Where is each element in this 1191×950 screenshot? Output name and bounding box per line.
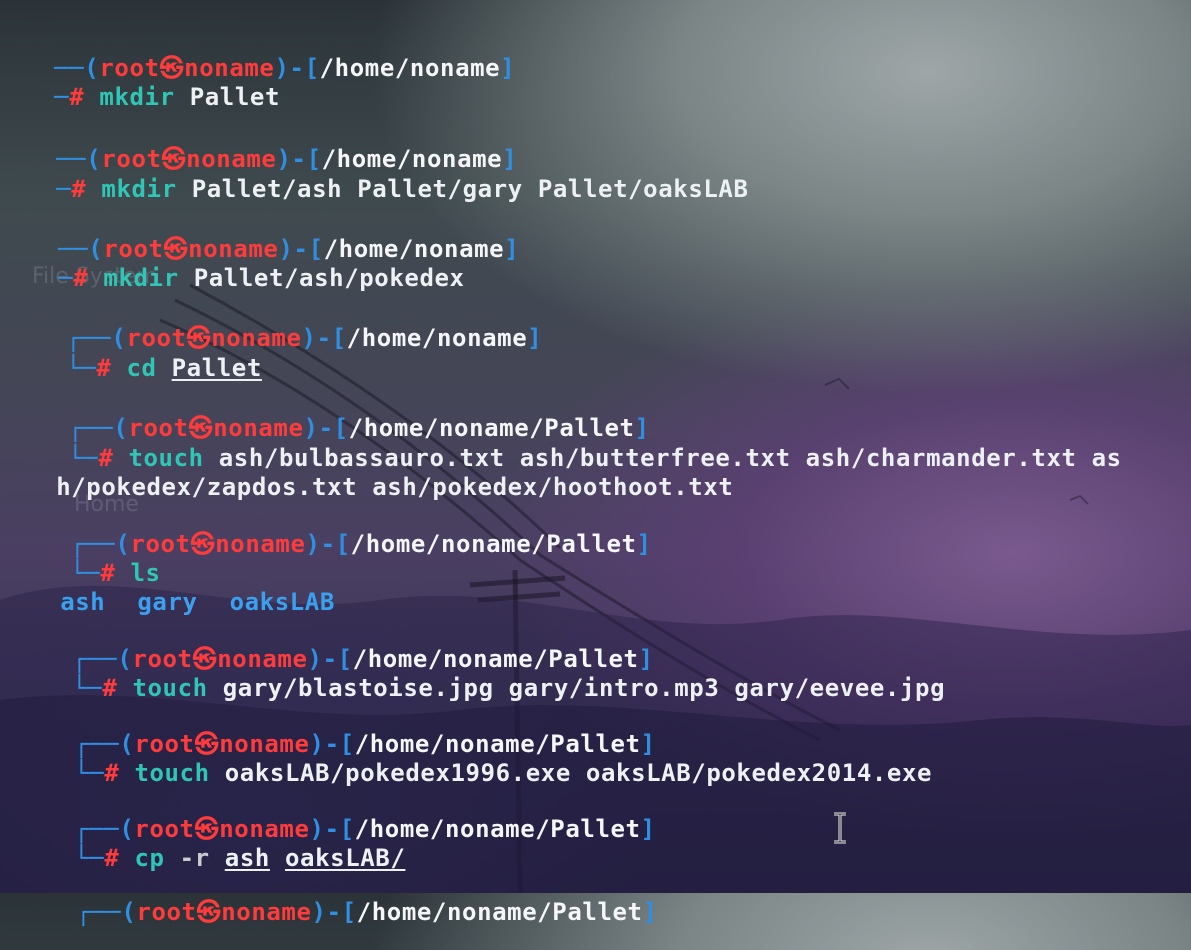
list-item: gary — [137, 588, 198, 616]
terminal-output[interactable]: ──(root㉿noname)-[/home/noname] ─# mkdir … — [0, 0, 1191, 924]
prompt-header: ┌──(root㉿noname)-[/home/noname/Pallet] — [76, 898, 658, 926]
list-item: oaksLAB — [229, 588, 335, 616]
list-item: ash — [60, 588, 106, 616]
text-cursor-icon — [834, 812, 846, 844]
